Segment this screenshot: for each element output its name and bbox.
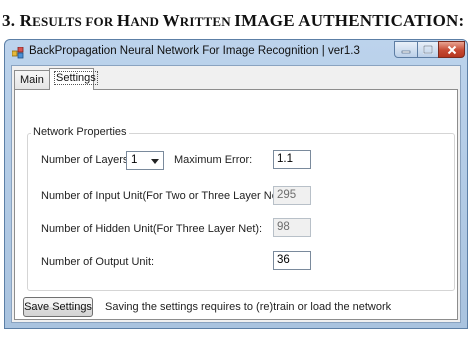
client-area: Main Settings Network Properties Number … (11, 65, 461, 323)
settings-panel: Network Properties Number of Layers: 1 M… (14, 89, 458, 320)
heading-smallcaps: ESULTS FOR (32, 14, 117, 29)
close-button[interactable] (438, 41, 465, 58)
heading-smallcaps: AND (130, 14, 163, 29)
hidden-units-input[interactable]: 98 (273, 218, 311, 237)
network-properties-group: Network Properties Number of Layers: 1 M… (27, 126, 455, 291)
input-units-input[interactable]: 295 (273, 186, 311, 205)
layers-select[interactable]: 1 (126, 151, 164, 170)
group-title: Network Properties (31, 126, 129, 138)
minimize-icon (401, 50, 411, 53)
output-units-input[interactable]: 36 (273, 251, 311, 270)
save-settings-button[interactable]: Save Settings (23, 297, 93, 317)
heading-letter: R (19, 11, 33, 30)
minimize-button[interactable] (394, 41, 418, 58)
heading-smallcaps: RITTEN (179, 14, 235, 29)
section-heading: 3. RESULTS FOR HAND WRITTEN IMAGE AUTHEN… (2, 11, 472, 35)
tab-main[interactable]: Main (14, 70, 50, 90)
maximize-button[interactable] (417, 41, 439, 58)
title-bar[interactable]: BackPropagation Neural Network For Image… (5, 40, 467, 64)
close-icon (447, 45, 456, 54)
max-error-label: Maximum Error: (174, 154, 253, 166)
layers-value: 1 (131, 154, 138, 166)
input-units-label: Number of Input Unit(For Two or Three La… (41, 190, 288, 202)
chevron-down-icon (151, 159, 159, 164)
heading-letter: W (162, 11, 180, 30)
layers-label: Number of Layers: (41, 154, 132, 166)
tab-settings[interactable]: Settings (49, 68, 98, 90)
max-error-input[interactable]: 1.1 (273, 150, 311, 169)
window-title: BackPropagation Neural Network For Image… (29, 45, 360, 57)
hidden-units-label: Number of Hidden Unit(For Three Layer Ne… (41, 223, 263, 235)
app-icon (11, 46, 24, 59)
save-note: Saving the settings requires to (re)trai… (105, 301, 392, 313)
output-units-label: Number of Output Unit: (41, 256, 155, 268)
heading-rest: IMAGE AUTHENTICATION: (234, 11, 465, 30)
section-number: 3. (2, 11, 16, 30)
tab-settings-label: Settings (54, 71, 98, 85)
tab-main-label: Main (20, 74, 44, 86)
app-window: BackPropagation Neural Network For Image… (4, 39, 468, 329)
heading-letter: H (116, 11, 131, 30)
maximize-icon (423, 45, 433, 54)
